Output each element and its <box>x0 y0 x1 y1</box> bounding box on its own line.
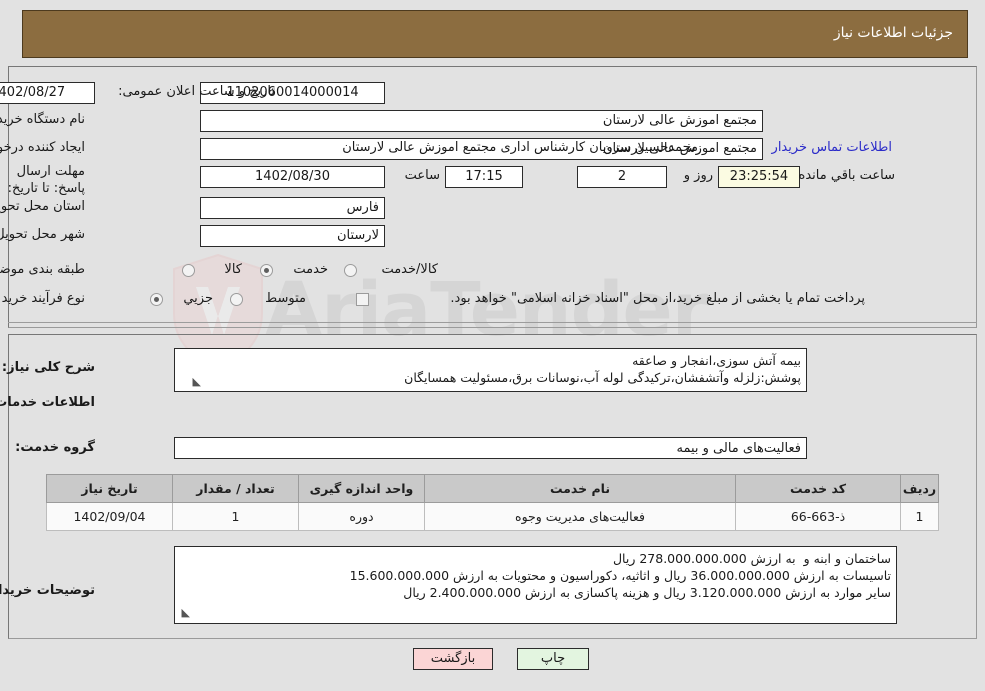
label-process-minor: جزیي <box>183 291 213 306</box>
remaining-days-value: 2 <box>577 166 667 188</box>
radio-process-minor[interactable] <box>150 293 163 306</box>
deadline-time-value: 17:15 <box>445 166 523 188</box>
back-button[interactable]: بازگشت <box>413 648 493 670</box>
cell-quantity: 1 <box>172 502 299 531</box>
page-title: جزئیات اطلاعات نیاز <box>833 25 953 41</box>
label-city: شهر محل تحویل: <box>0 227 85 242</box>
buyer-org-value: مجتمع اموزش عالی لارستان <box>200 110 763 132</box>
label-process-medium: متوسط <box>265 291 306 306</box>
cell-service-code: ذ-663-66 <box>735 502 901 531</box>
table-row: 1 ذ-663-66 فعالیت‌های مدیریت وجوه دوره 1… <box>46 502 939 531</box>
label-hour: ساعت <box>404 168 440 183</box>
th-service-code: کد خدمت <box>735 474 901 503</box>
label-requester: ایجاد کننده درخواست: <box>0 140 85 155</box>
label-days: روز و <box>683 168 713 183</box>
buyer-notes-textarea[interactable] <box>174 546 897 624</box>
service-group-value: فعالیت‌های مالی و بیمه <box>174 437 807 459</box>
deadline-date-value: 1402/08/30 <box>200 166 385 188</box>
radio-category-goods-service[interactable] <box>344 264 357 277</box>
radio-category-service[interactable] <box>260 264 273 277</box>
treasury-bonds-note: پرداخت تمام یا بخشی از مبلغ خرید،از محل … <box>450 291 865 306</box>
label-need-description: شرح کلی نیاز: <box>1 360 95 375</box>
label-province: استان محل تحویل: <box>0 199 85 214</box>
requester-full-text: محمدحسین سرویان کارشناس اداری مجتمع اموز… <box>342 140 698 155</box>
cell-row-index: 1 <box>900 502 939 531</box>
label-service-group: گروه خدمت: <box>15 440 95 455</box>
th-service-name: نام خدمت <box>424 474 736 503</box>
label-buyer-notes: توضیحات خریدار: <box>0 583 95 598</box>
label-countdown: ساعت باقي مانده <box>798 168 895 183</box>
page-header-bar: جزئیات اطلاعات نیاز <box>22 10 968 58</box>
th-unit: واحد اندازه گیری <box>298 474 425 503</box>
label-announce-datetime: تاریخ و ساعت اعلان عمومی: <box>118 84 275 99</box>
label-category-goods-service: کالا/خدمت <box>381 262 438 277</box>
print-button[interactable]: چاپ <box>517 648 589 670</box>
label-category: طبقه بندی موضوعی: <box>0 262 85 277</box>
buyer-contact-link[interactable]: اطلاعات تماس خریدار <box>772 140 892 155</box>
province-value: فارس <box>200 197 385 219</box>
services-table: ردیف کد خدمت نام خدمت واحد اندازه گیری ت… <box>46 474 939 531</box>
table-header-row: ردیف کد خدمت نام خدمت واحد اندازه گیری ت… <box>46 474 939 503</box>
label-category-service: خدمت <box>293 262 328 277</box>
services-section-heading: اطلاعات خدمات مورد نیاز <box>0 395 95 410</box>
label-process-type: نوع فرآیند خرید : <box>0 291 85 306</box>
treasury-bonds-checkbox[interactable] <box>356 293 369 306</box>
need-description-textarea[interactable] <box>174 348 807 392</box>
page-root: AriaTender جزئیات اطلاعات نیاز شماره نیا… <box>0 0 985 691</box>
announce-datetime-value: 1402/08/27 - 17:16 <box>0 82 95 104</box>
label-deadline: مهلت ارسال پاسخ: تا تاریخ: <box>7 164 85 196</box>
cell-need-date: 1402/09/04 <box>46 502 173 531</box>
radio-category-goods[interactable] <box>182 264 195 277</box>
need-info-panel <box>8 66 977 328</box>
label-buyer-org: نام دستگاه خریدار: <box>0 112 85 127</box>
cell-unit: دوره <box>298 502 425 531</box>
city-value: لارستان <box>200 225 385 247</box>
th-need-date: تاریخ نیاز <box>46 474 173 503</box>
th-row-index: ردیف <box>900 474 939 503</box>
countdown-value: 23:25:54 <box>718 166 800 188</box>
panel-divider <box>8 322 977 323</box>
th-quantity: تعداد / مقدار <box>172 474 299 503</box>
label-category-goods: کالا <box>224 262 242 277</box>
radio-process-medium[interactable] <box>230 293 243 306</box>
cell-service-name: فعالیت‌های مدیریت وجوه <box>424 502 736 531</box>
